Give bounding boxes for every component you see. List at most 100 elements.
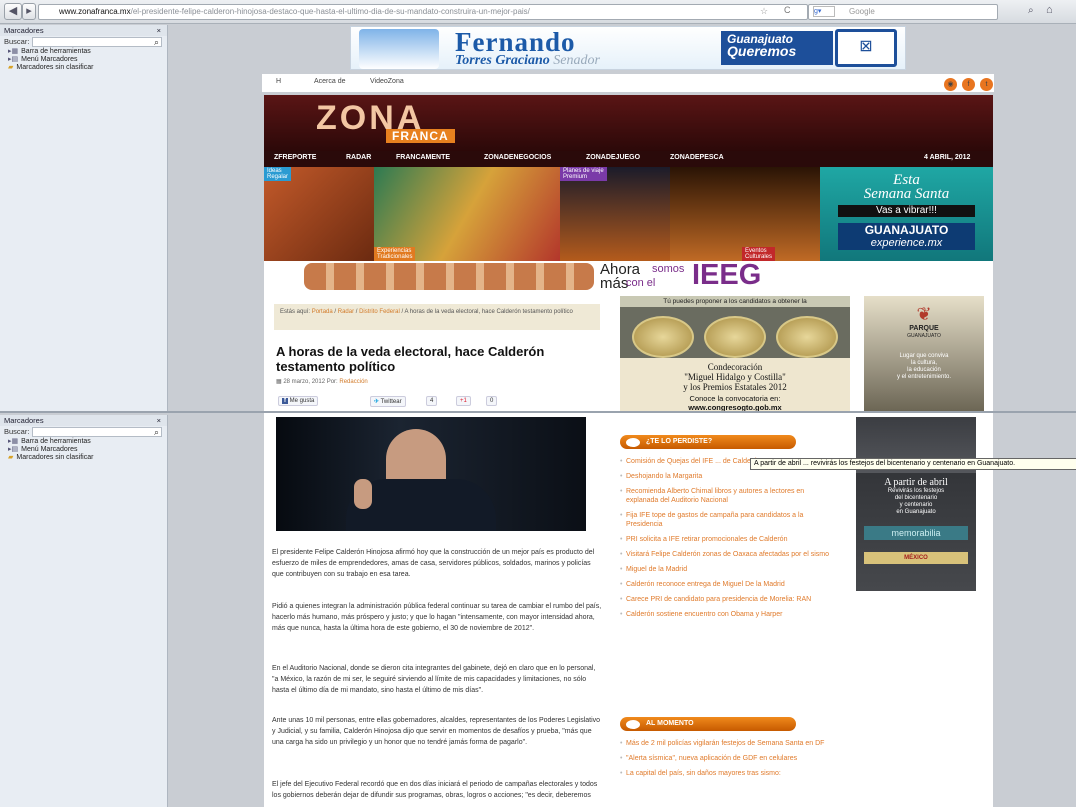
star-icon[interactable]: ☆	[760, 6, 768, 17]
ad-parque-guanajuato[interactable]: ❦ PARQUE GUANAJUATO Lugar que conviva la …	[864, 296, 984, 412]
list-item[interactable]: La capital del país, sin daños mayores t…	[620, 769, 834, 778]
back-button[interactable]: ◀	[4, 3, 22, 20]
list-item[interactable]: Recomienda Alberto Chimal libros y autor…	[620, 487, 834, 505]
tooltip: A partir de abril ... revivirás los fest…	[750, 458, 1076, 470]
semana-line-2: Semana Santa	[863, 186, 950, 202]
list-item[interactable]: Carece PRI de candidato para presidencia…	[620, 595, 834, 604]
nav-video[interactable]: VideoZona	[370, 78, 404, 85]
tweet-count: 4	[426, 396, 438, 406]
sidebar-item-toolbar[interactable]: ▸▦ Barra de herramientas	[0, 48, 167, 56]
facebook-like-button[interactable]: f Me gusta	[278, 396, 319, 406]
close-icon[interactable]: ×	[157, 25, 161, 36]
ad-ieeg[interactable]: Ahora somos más con el IEEG	[264, 259, 993, 292]
twitter-icon: ✈	[374, 399, 380, 405]
ad-banner-fernando[interactable]: Fernando Torres Graciano Senador Guanaju…	[350, 26, 906, 70]
candidate-photo	[359, 29, 439, 69]
nav-zonadejuego[interactable]: ZONADEJUEGO	[586, 154, 640, 161]
reload-icon[interactable]: C	[784, 5, 791, 15]
list-item[interactable]: "Alerta sísmica", nueva aplicación de GD…	[620, 754, 834, 763]
calendar-icon: ▦	[276, 379, 282, 385]
twitter-icon[interactable]: t	[980, 78, 993, 91]
nav-radar[interactable]: RADAR	[346, 154, 371, 161]
nav-home[interactable]: H	[276, 78, 281, 85]
nav-zonadenegocios[interactable]: ZONADENEGOCIOS	[484, 154, 551, 161]
article-author[interactable]: Redacción	[339, 379, 367, 385]
site-masthead: ZONA FRANCA	[264, 95, 993, 153]
sidebar-search-input[interactable]	[32, 37, 162, 47]
search-icon: ⌕	[153, 37, 159, 47]
google-icon[interactable]: g▾	[813, 6, 835, 17]
folder-icon: ▸▤	[8, 446, 19, 453]
url-domain: www.zonafranca.mx	[59, 7, 131, 16]
photo-strip: Ideas Regalar Experiencias Tradicionales P…	[264, 167, 993, 261]
tag-top: Ideas Regalar	[264, 167, 292, 181]
parque-logo-icon: ❦	[916, 304, 932, 324]
photo-premium[interactable]: Planes de viaje Premium	[560, 167, 670, 261]
facebook-icon: f	[282, 398, 288, 404]
sidebar-search: Buscar: ⌕	[0, 36, 167, 48]
facebook-icon[interactable]: f	[962, 78, 975, 91]
nav-zfreporte[interactable]: ZFREPORTE	[274, 154, 316, 161]
rss-icon[interactable]: ◉	[944, 78, 957, 91]
crumb-radar[interactable]: Radar	[338, 309, 354, 315]
sidebar-item-unsorted[interactable]: ▰ Marcadores sin clasificar	[0, 64, 167, 72]
home-icon[interactable]: ⌂	[1046, 4, 1053, 16]
magnifier-icon[interactable]: ⌕	[1028, 5, 1034, 16]
sidebar-header: Marcadores ×	[0, 25, 167, 36]
photo-culturales[interactable]: Eventos Culturales	[670, 167, 820, 261]
tweet-button[interactable]: ✈ Twittear	[370, 396, 406, 407]
folder-icon: ▸▤	[8, 56, 19, 63]
bottom-capture: Marcadores × Buscar: ⌕ ▸▦ Barra de herram…	[0, 413, 1076, 807]
sidebar-item-menu[interactable]: ▸▤ Menú Marcadores	[0, 446, 167, 454]
sidebar-item-menu[interactable]: ▸▤ Menú Marcadores	[0, 56, 167, 64]
sidebar-item-unsorted[interactable]: ▰ Marcadores sin clasificar	[0, 454, 167, 462]
list-item[interactable]: Calderón reconoce entrega de Miguel De l…	[620, 580, 834, 589]
google-plus-button[interactable]: +1	[456, 396, 471, 406]
ad-body: Revivirás los festejos del bicentenario y …	[887, 488, 945, 515]
ad-footer: MÉXICO	[864, 552, 968, 564]
list-item[interactable]: Deshojando la Margarita	[620, 472, 834, 481]
list-item[interactable]: Calderón sostiene encuentro con Obama y …	[620, 610, 834, 619]
ad-condecoracion[interactable]: Tú puedes proponer a los candidatos a ob…	[620, 296, 850, 412]
close-icon[interactable]: ×	[157, 415, 161, 426]
list-item[interactable]: Más de 2 mil policías vigilarán festejos…	[620, 739, 834, 748]
crumb-portada[interactable]: Portada	[312, 309, 333, 315]
medal-icon	[632, 316, 694, 358]
nav-francamente[interactable]: FRANCAMENTE	[396, 154, 450, 161]
article-photo	[276, 417, 586, 531]
nav-about[interactable]: Acerca de	[314, 78, 346, 85]
ad-a-partir-de-abril[interactable]: A partir de abril Revivirás los festejos…	[856, 417, 976, 591]
medals-image	[632, 316, 838, 358]
breadcrumb-prefix: Estás aquí:	[280, 309, 311, 315]
list-item[interactable]: Miguel de la Madrid	[620, 565, 834, 574]
medal-icon	[776, 316, 838, 358]
ad-semana-santa[interactable]: Esta Semana Santa Vas a vibrar!!! GUANAJ…	[820, 167, 993, 261]
browser-toolbar: ◀ ▸ www.zonafranca.mx/el-presidente-feli…	[0, 0, 1076, 24]
tag-top: Planes de viaje Premium	[560, 167, 607, 181]
crumb-df[interactable]: Distrito Federal	[359, 309, 400, 315]
sidebar-item-toolbar[interactable]: ▸▦ Barra de herramientas	[0, 438, 167, 446]
sidebar-search-input[interactable]	[32, 427, 162, 437]
photo-regalar[interactable]: Ideas Regalar	[264, 167, 374, 261]
list-item[interactable]: PRI solicita a IFE retirar promocionales…	[620, 535, 834, 544]
speaker-hand	[354, 479, 372, 509]
search-bar[interactable]: g▾ Google	[808, 4, 998, 20]
bookmarks-sidebar: Marcadores × Buscar: ⌕ ▸▦ Barra de herram…	[0, 25, 168, 412]
article-paragraph: Ante unas 10 mil personas, entre ellas g…	[272, 717, 601, 746]
list-item[interactable]: Visitará Felipe Calderón zonas de Oaxaca…	[620, 550, 834, 559]
photo-tradicionales[interactable]: Experiencias Tradicionales	[374, 167, 560, 261]
search-placeholder: Google	[849, 7, 875, 16]
sidebar-header: Marcadores ×	[0, 415, 167, 426]
banner-role: Senador	[553, 53, 600, 68]
te-lo-perdiste-heading: ¿TE LO PERDISTE?	[620, 435, 796, 449]
site-logo[interactable]: ZONA FRANCA	[316, 99, 466, 145]
semana-line-5: experience.mx	[838, 237, 975, 250]
al-momento-heading: AL MOMENTO	[620, 717, 796, 731]
slogan-line-2: Queremos	[727, 43, 797, 59]
plus-count: 0	[486, 396, 498, 406]
list-item[interactable]: Fija IFE tope de gastos de campaña para …	[620, 511, 834, 529]
url-bar[interactable]: www.zonafranca.mx/el-presidente-felipe-c…	[38, 4, 808, 20]
forward-button[interactable]: ▸	[22, 3, 36, 20]
nav-zonadepesca[interactable]: ZONADEPESCA	[670, 154, 724, 161]
main-nav: ZFREPORTE RADAR FRANCAMENTE ZONADENEGOCI…	[264, 151, 993, 167]
